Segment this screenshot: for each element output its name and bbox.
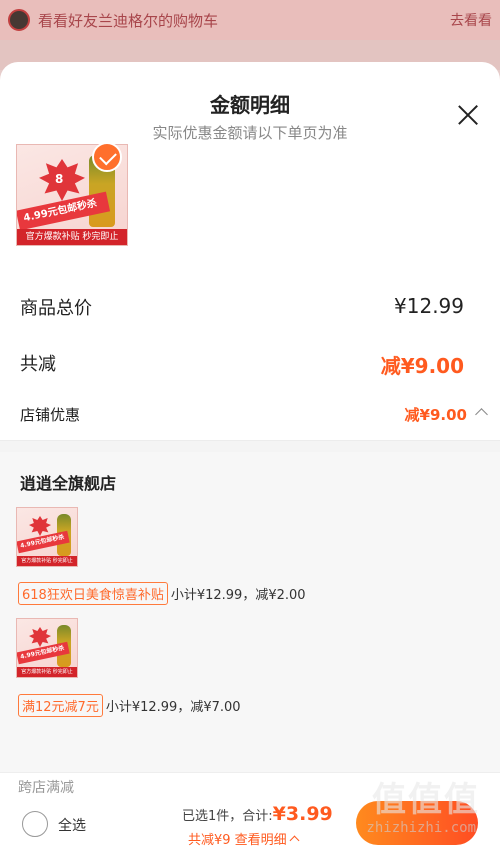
discount-label: 共减 [20,354,56,375]
selected-summary: 已选1件，合计:¥3.99 [182,803,333,825]
promo-burst-icon [29,516,51,536]
chevron-up-icon [475,408,488,421]
burst-number: 8 [55,172,64,186]
item-promo-line: 618狂欢日美食惊喜补贴 小计¥12.99，减¥2.00 [18,582,306,605]
store-discount-label: 店铺优惠 [20,406,81,424]
section-divider [0,440,500,452]
close-icon[interactable] [455,102,481,128]
promo-tag: 满12元减7元 [18,694,103,717]
item-thumbnail[interactable]: 4.99元包邮秒杀 官方爆款补贴 秒完即止 [16,507,78,567]
item-promo-line: 满12元减7元 小计¥12.99，减¥7.00 [18,694,241,717]
sheet-title: 金额明细 [210,93,290,117]
footer-total: ¥3.99 [272,803,333,825]
discount-detail-text: 共减¥9 查看明细 [188,833,287,848]
item-thumbnail[interactable]: 4.99元包邮秒杀 官方爆款补贴 秒完即止 [16,618,78,678]
select-all-label[interactable]: 全选 [58,815,86,835]
promo-bar: 官方爆款补贴 秒完即止 [17,229,127,245]
promo-burst-icon [29,627,51,647]
item-subtotal: 小计¥12.99，减¥7.00 [105,700,241,715]
item-subtotal: 小计¥12.99，减¥2.00 [170,588,306,603]
view-detail-link[interactable]: 共减¥9 查看明细 [188,829,300,848]
promo-tag: 618狂欢日美食惊喜补贴 [18,582,168,605]
total-price-value: ¥12.99 [394,294,464,318]
cross-store-discount-label: 跨店满减 [18,780,74,796]
amount-detail-sheet: 金额明细 实际优惠金额请以下单页为准 8 4.99元包邮秒杀 官方爆款补贴 秒完… [0,62,500,856]
store-discount-toggle[interactable]: 减¥9.00 [404,404,488,425]
store-name: 逍逍全旗舰店 [20,474,117,493]
selected-check-icon[interactable] [92,142,122,172]
watermark-logo: 值值值 [372,780,480,820]
chevron-up-icon [289,835,300,846]
store-discount-value: 减¥9.00 [404,406,467,424]
select-all-radio[interactable] [22,811,48,837]
discount-value: 减¥9.00 [380,354,464,378]
promo-bar: 官方爆款补贴 秒完即止 [17,667,77,677]
watermark-url: zhizhizhi.com [366,820,476,836]
watermark: 值值值 zhizhizhi.com [362,762,492,842]
total-price-label: 商品总价 [20,298,92,319]
promo-bar: 官方爆款补贴 秒完即止 [17,556,77,566]
sheet-subtitle: 实际优惠金额请以下单页为准 [152,124,348,142]
selected-count-text: 已选1件，合计: [182,809,273,824]
